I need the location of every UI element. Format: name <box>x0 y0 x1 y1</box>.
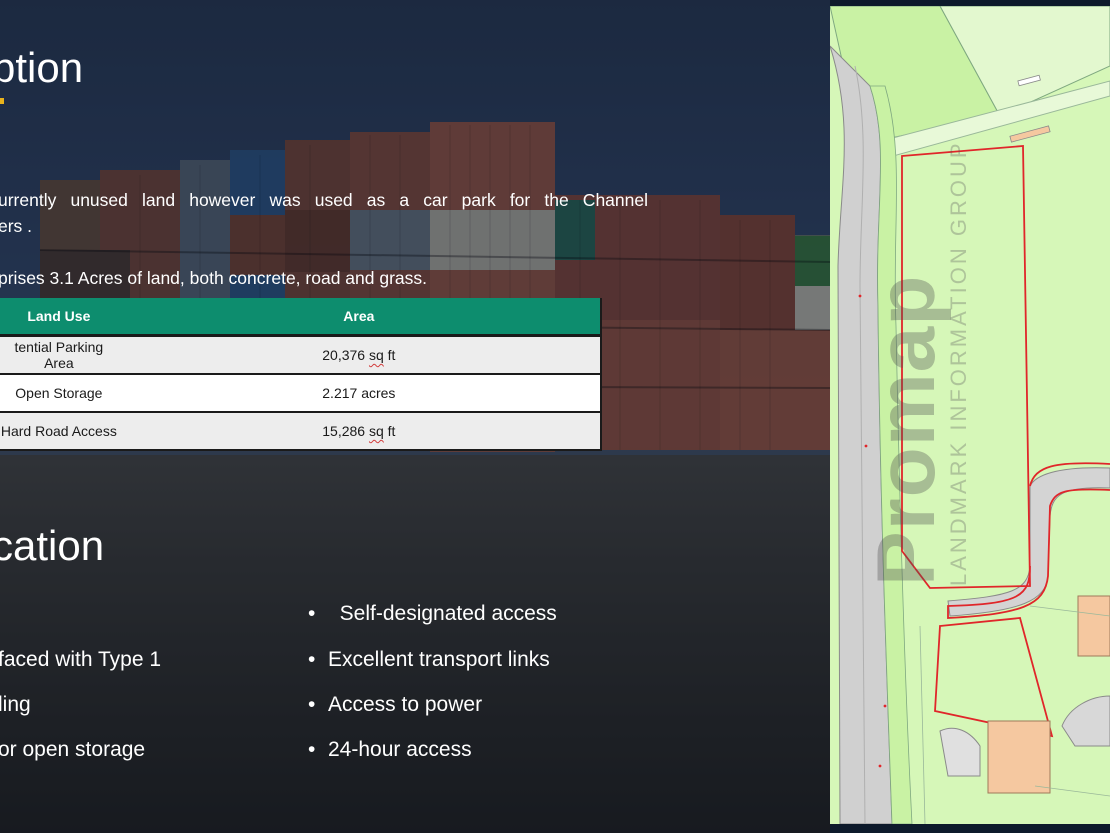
area-value: 2.217 acres <box>322 385 396 401</box>
cell-area: 20,376 sq ft <box>117 335 601 375</box>
location-heading: cation <box>0 522 105 569</box>
location-bullet-right: • Access to power <box>308 693 482 717</box>
bullet-dot: • <box>308 602 316 625</box>
area-suffix: ft <box>387 423 396 439</box>
bullet-dot: • <box>308 738 316 761</box>
table-row: tential Parking Area 20,376 sq ft <box>0 335 601 375</box>
description-paragraph-line1: urrently unused land however was used as… <box>0 190 648 210</box>
location-bullet-right: • 24-hour access <box>308 738 472 762</box>
map-bottom-border <box>830 824 1110 833</box>
bullet-text: Excellent transport links <box>328 648 550 671</box>
cell-land-use: tential Parking Area <box>0 335 118 375</box>
cell-land-use: Open Storage <box>0 374 118 413</box>
area-unit: sq <box>368 423 384 439</box>
location-bullet-left: or open storage <box>0 738 145 762</box>
area-value: 15,286 <box>322 423 366 439</box>
header-land-use: Land Use <box>0 298 118 337</box>
description-paragraph-line2: ers . <box>0 216 33 236</box>
cell-area: 2.217 acres <box>117 374 601 413</box>
area-suffix: ft <box>387 347 396 363</box>
bullet-text: ling <box>0 693 31 716</box>
location-bullet-right: • Self-designated access <box>308 602 557 626</box>
bullet-dot: • <box>308 693 316 716</box>
table-row: Hard Road Access 15,286 sq ft <box>0 412 601 451</box>
site-map-drawing <box>830 6 1110 824</box>
bullet-text: faced with Type 1 <box>0 648 162 671</box>
location-bullet-right: • Excellent transport links <box>308 648 550 672</box>
bullet-text: 24-hour access <box>328 738 472 761</box>
table-row: Open Storage 2.217 acres <box>0 374 601 413</box>
site-map: Promap LANDMARK INFORMATION GROUP <box>830 6 1110 824</box>
bullet-text: or open storage <box>0 738 146 761</box>
location-bullet-left: ling <box>0 693 31 717</box>
land-use-table: Land Use Area tential Parking Area 20,37… <box>0 298 602 451</box>
description-paragraph-2: prises 3.1 Acres of land, both concrete,… <box>0 268 427 288</box>
header-area: Area <box>117 298 601 337</box>
cell-land-use: Hard Road Access <box>0 412 118 451</box>
area-value: 20,376 <box>322 347 366 363</box>
description-heading: ption <box>0 44 84 91</box>
cell-area: 15,286 sq ft <box>117 412 601 451</box>
location-bullet-left: faced with Type 1 <box>0 648 161 672</box>
table-header-row: Land Use Area <box>0 298 601 337</box>
bullet-dot: • <box>308 648 316 671</box>
area-unit: sq <box>368 347 384 363</box>
heading-accent-bar <box>0 98 4 104</box>
bullet-text: Self-designated access <box>339 602 557 625</box>
bullet-text: Access to power <box>328 693 483 716</box>
